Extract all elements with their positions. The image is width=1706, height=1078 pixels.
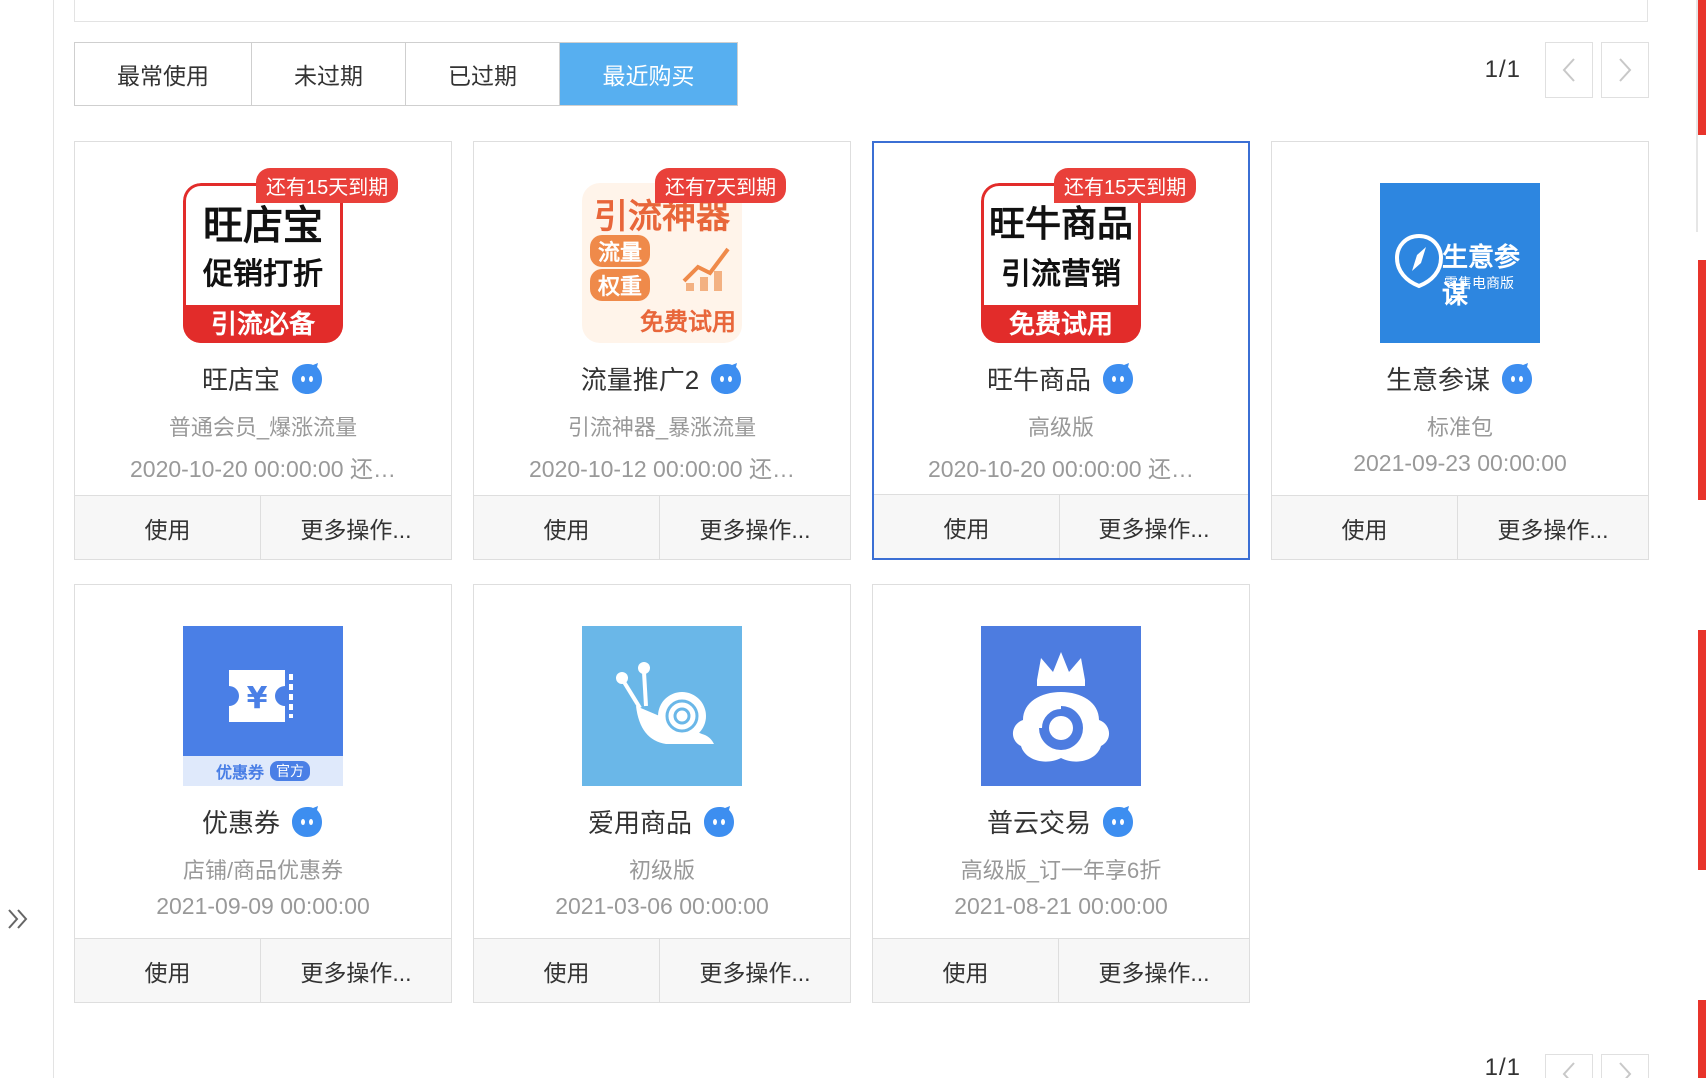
more-actions-button[interactable]: 更多操作... (1059, 939, 1249, 1002)
more-actions-button[interactable]: 更多操作... (1060, 495, 1248, 558)
chevron-right-icon (1619, 1062, 1632, 1078)
filter-tabs: 最常使用 未过期 已过期 最近购买 (74, 42, 738, 106)
service-card[interactable]: 普云交易 高级版_订一年享6折 2021-08-21 00:00:00 使用 更… (872, 584, 1250, 1003)
service-expiry-date: 2020-10-20 00:00:00 还… (130, 456, 396, 482)
expiry-badge: 还有15天到期 (256, 168, 399, 203)
more-actions-button[interactable]: 更多操作... (1458, 496, 1648, 559)
pager: 1/1 (1485, 42, 1649, 98)
service-thumbnail: 引流神器 流量 权重 免费试用 (582, 183, 742, 343)
crown-cloud-icon (1012, 652, 1110, 762)
service-card[interactable]: 引流神器 流量 权重 免费试用 还有7天到期 流量推广2 引流神器_暴涨流量 2… (473, 141, 851, 560)
left-rail (0, 0, 54, 1078)
use-button[interactable]: 使用 (75, 496, 261, 559)
service-plan: 高级版 (1027, 415, 1094, 440)
expiry-badge: 还有7天到期 (655, 168, 787, 203)
use-button[interactable]: 使用 (1272, 496, 1458, 559)
prev-page-button[interactable] (1545, 42, 1593, 98)
app-page: 最常使用 未过期 已过期 最近购买 1/1 旺店宝 促销打折 引流必备 还有15… (0, 0, 1706, 1078)
service-name: 普云交易 (986, 808, 1091, 838)
use-button[interactable]: 使用 (474, 939, 660, 1002)
service-expiry-date: 2020-10-12 00:00:00 还… (529, 456, 795, 482)
next-page-button[interactable] (1601, 1054, 1649, 1078)
wangwang-chat-icon[interactable] (290, 805, 324, 839)
service-expiry-date: 2021-09-09 00:00:00 (156, 893, 370, 919)
service-thumbnail: 生意参谋 零售电商版 (1380, 183, 1540, 343)
snail-icon (616, 662, 714, 744)
service-plan: 引流神器_暴涨流量 (567, 415, 757, 440)
side-panel-strip (1698, 1000, 1706, 1078)
chevron-right-icon (1619, 58, 1632, 82)
service-thumbnail (981, 626, 1141, 786)
more-actions-button[interactable]: 更多操作... (261, 496, 451, 559)
more-actions-button[interactable]: 更多操作... (660, 496, 850, 559)
chevron-left-icon (1562, 1062, 1575, 1078)
service-card[interactable]: ¥ 优惠券 官方 优惠券 店铺/商品优惠券 2021-09-09 00:00:0 (74, 584, 452, 1003)
tab-not-expired[interactable]: 未过期 (252, 43, 406, 105)
wangwang-chat-icon[interactable] (702, 805, 736, 839)
service-name: 旺店宝 (201, 365, 280, 395)
page-indicator: 1/1 (1484, 56, 1521, 83)
service-plan: 高级版_订一年享6折 (960, 858, 1162, 883)
service-thumbnail (582, 626, 742, 786)
wangwang-chat-icon[interactable] (1101, 805, 1135, 839)
svg-text:¥: ¥ (247, 681, 268, 716)
service-plan: 标准包 (1426, 415, 1493, 440)
double-chevron-right-icon[interactable] (4, 904, 34, 934)
more-actions-button[interactable]: 更多操作... (660, 939, 850, 1002)
service-card[interactable]: 爱用商品 初级版 2021-03-06 00:00:00 使用 更多操作... (473, 584, 851, 1003)
wangwang-chat-icon[interactable] (1101, 362, 1135, 396)
next-page-button[interactable] (1601, 42, 1649, 98)
side-panel-strip (1698, 630, 1706, 870)
service-name: 旺牛商品 (986, 365, 1091, 395)
service-thumbnail: 旺店宝 促销打折 引流必备 (183, 183, 343, 343)
service-grid: 旺店宝 促销打折 引流必备 还有15天到期 旺店宝 普通会员_爆涨流量 2020… (74, 141, 1649, 1003)
tab-most-used[interactable]: 最常使用 (75, 43, 252, 105)
service-plan: 店铺/商品优惠券 (182, 858, 344, 883)
service-plan: 初级版 (628, 858, 695, 883)
side-panel-strip (1698, 260, 1706, 500)
page-indicator: 1/1 (1484, 1054, 1521, 1078)
use-button[interactable]: 使用 (873, 939, 1059, 1002)
search-panel (74, 0, 1648, 22)
tab-expired[interactable]: 已过期 (406, 43, 560, 105)
tab-recent-purchases[interactable]: 最近购买 (560, 43, 737, 105)
service-card[interactable]: 旺牛商品 引流营销 免费试用 还有15天到期 旺牛商品 高级版 2020-10-… (872, 141, 1250, 560)
service-name: 生意参谋 (1385, 365, 1490, 395)
wangwang-chat-icon[interactable] (1500, 362, 1534, 396)
use-button[interactable]: 使用 (474, 496, 660, 559)
more-actions-button[interactable]: 更多操作... (261, 939, 451, 1002)
use-button[interactable]: 使用 (75, 939, 261, 1002)
service-expiry-date: 2021-08-21 00:00:00 (954, 893, 1168, 919)
service-name: 优惠券 (201, 808, 280, 838)
wangwang-chat-icon[interactable] (709, 362, 743, 396)
prev-page-button[interactable] (1545, 1054, 1593, 1078)
service-expiry-date: 2020-10-20 00:00:00 还… (928, 456, 1194, 482)
wangwang-chat-icon[interactable] (290, 362, 324, 396)
bottom-pager: 1/1 (1485, 1054, 1649, 1078)
service-plan: 普通会员_爆涨流量 (168, 415, 358, 440)
expiry-badge: 还有15天到期 (1054, 168, 1197, 203)
service-thumbnail: 旺牛商品 引流营销 免费试用 (981, 183, 1141, 343)
side-panel-strip (1698, 0, 1706, 135)
service-expiry-date: 2021-03-06 00:00:00 (555, 893, 769, 919)
service-card[interactable]: 旺店宝 促销打折 引流必备 还有15天到期 旺店宝 普通会员_爆涨流量 2020… (74, 141, 452, 560)
use-button[interactable]: 使用 (874, 495, 1060, 558)
service-card[interactable]: 生意参谋 零售电商版 生意参谋 标准包 2021-09-23 00:00:00 … (1271, 141, 1649, 560)
service-name: 爱用商品 (587, 808, 692, 838)
service-thumbnail: ¥ 优惠券 官方 (183, 626, 343, 786)
service-name: 流量推广2 (580, 365, 700, 395)
chevron-left-icon (1562, 58, 1575, 82)
service-expiry-date: 2021-09-23 00:00:00 (1353, 450, 1567, 476)
